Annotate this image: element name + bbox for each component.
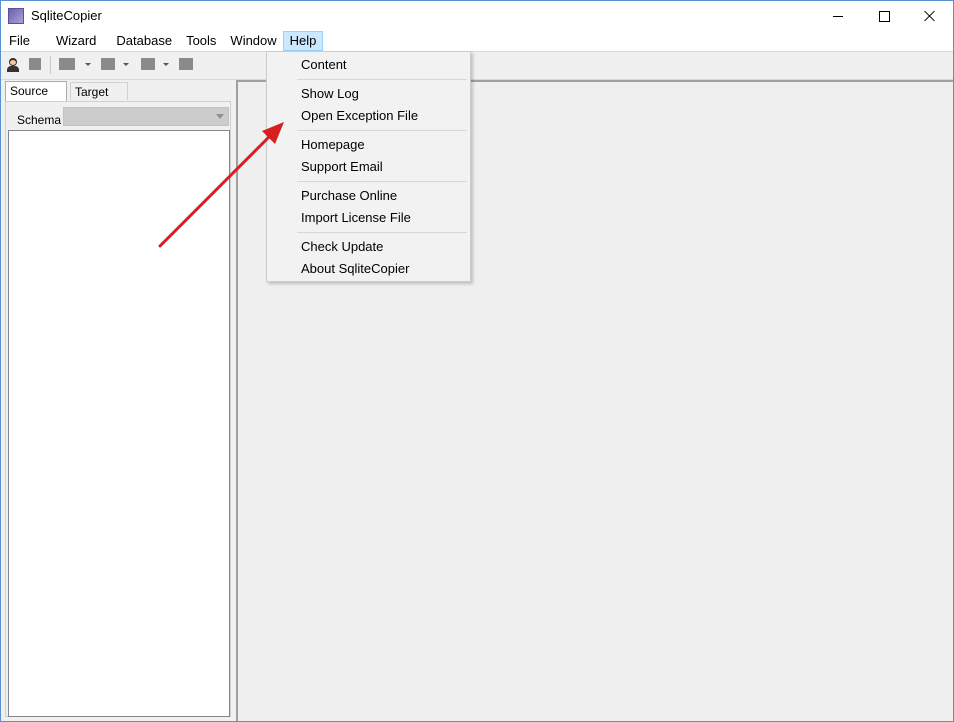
toolbar-icon[interactable] <box>141 58 155 70</box>
maximize-button[interactable] <box>861 1 907 31</box>
schema-select[interactable] <box>63 107 229 126</box>
menu-item-purchase-online[interactable]: Purchase Online <box>301 185 397 207</box>
toolbar-icon[interactable] <box>29 58 41 70</box>
schema-label: Schema <box>17 113 62 127</box>
app-window: SqliteCopier File Wizard Database Tools … <box>0 0 954 722</box>
menu-item-support-email[interactable]: Support Email <box>301 156 383 178</box>
minimize-button[interactable] <box>815 1 861 31</box>
window-title: SqliteCopier <box>31 8 102 23</box>
maximize-icon <box>878 10 890 22</box>
person-icon[interactable] <box>6 58 20 72</box>
menu-separator <box>297 232 467 233</box>
menu-item-import-license-file[interactable]: Import License File <box>301 207 411 229</box>
menu-item-homepage[interactable]: Homepage <box>301 134 365 156</box>
menu-wizard[interactable]: Wizard <box>50 31 102 51</box>
menu-separator <box>297 79 467 80</box>
dropdown-arrow-icon[interactable] <box>85 63 91 66</box>
database-tree[interactable] <box>8 130 230 717</box>
menu-bar: File Wizard Database Tools Window Help <box>1 31 953 51</box>
menu-help[interactable]: Help <box>282 31 324 51</box>
toolbar <box>1 51 953 80</box>
menu-item-about[interactable]: About SqliteCopier <box>301 258 409 280</box>
help-menu-dropdown: Content Show Log Open Exception File Hom… <box>266 51 471 282</box>
menu-window[interactable]: Window <box>224 31 282 51</box>
close-button[interactable] <box>907 1 953 31</box>
toolbar-icon[interactable] <box>179 58 193 70</box>
menu-tools[interactable]: Tools <box>180 31 222 51</box>
menu-item-content[interactable]: Content <box>301 54 347 76</box>
close-icon <box>924 10 936 22</box>
menu-item-show-log[interactable]: Show Log <box>301 83 359 105</box>
menu-item-open-exception-file[interactable]: Open Exception File <box>301 105 418 127</box>
toolbar-separator <box>50 56 51 74</box>
tab-target-db[interactable]: Target DB <box>70 82 128 117</box>
minimize-icon <box>833 15 843 17</box>
menu-file[interactable]: File <box>3 31 36 51</box>
menu-separator <box>297 130 467 131</box>
dropdown-arrow-icon[interactable] <box>123 63 129 66</box>
toolbar-icon[interactable] <box>59 58 75 70</box>
toolbar-icon[interactable] <box>101 58 115 70</box>
title-bar[interactable]: SqliteCopier <box>1 1 953 31</box>
menu-item-check-update[interactable]: Check Update <box>301 236 383 258</box>
dropdown-arrow-icon[interactable] <box>163 63 169 66</box>
app-icon <box>8 8 24 24</box>
tab-source-db[interactable]: Source DB <box>5 81 67 116</box>
menu-separator <box>297 181 467 182</box>
chevron-down-icon <box>216 114 224 119</box>
left-panel: Source DB Target DB Schema <box>1 80 233 720</box>
menu-database[interactable]: Database <box>110 31 178 51</box>
